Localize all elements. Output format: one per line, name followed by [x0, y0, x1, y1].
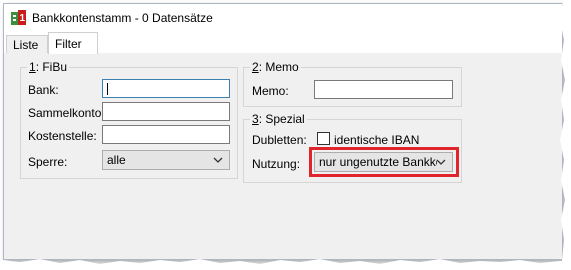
bank-ledger-icon: 1: [11, 10, 26, 25]
identische-iban-checkbox[interactable]: [317, 132, 330, 145]
tab-liste[interactable]: Liste: [6, 35, 48, 53]
bank-label: Bank:: [28, 83, 59, 97]
svg-text:1: 1: [20, 13, 26, 24]
bank-field[interactable]: [102, 79, 230, 98]
window-title: Bankkontenstamm - 0 Datensätze: [32, 11, 213, 25]
identische-iban-label[interactable]: identische IBAN: [334, 133, 419, 147]
sammelkonto-label: Sammelkonto:: [28, 106, 105, 120]
filter-panel: 1: FiBu Bank: Sammelkonto: Kostenstelle:…: [4, 53, 562, 259]
torn-edge-bottom: [0, 259, 571, 270]
memo-label: Memo:: [252, 84, 289, 98]
spezial-legend: 3: Spezial: [250, 112, 307, 126]
memo-field[interactable]: [314, 80, 453, 99]
nutzung-label: Nutzung:: [252, 157, 301, 171]
tab-filter[interactable]: Filter: [48, 32, 98, 54]
title-bar: 1 Bankkontenstamm - 0 Datensätze: [4, 4, 562, 32]
text-caret: [107, 83, 108, 95]
sammelkonto-field[interactable]: [102, 102, 230, 121]
sperre-select[interactable]: alle: [102, 150, 230, 170]
dubletten-label: Dubletten:: [252, 133, 307, 147]
torn-edge-right: [560, 0, 571, 270]
annotation-highlight-box: [309, 147, 459, 177]
tab-strip: Liste Filter: [4, 32, 562, 54]
chevron-down-icon: [213, 157, 223, 163]
app-window: 1 Bankkontenstamm - 0 Datensätze Liste F…: [3, 3, 563, 260]
sperre-label: Sperre:: [28, 155, 68, 169]
kostenstelle-label: Kostenstelle:: [28, 129, 97, 143]
fibu-legend: 1: FiBu: [27, 60, 70, 74]
memo-legend: 2: Memo: [250, 60, 301, 74]
sperre-select-value: alle: [107, 153, 126, 167]
kostenstelle-field[interactable]: [102, 125, 230, 144]
